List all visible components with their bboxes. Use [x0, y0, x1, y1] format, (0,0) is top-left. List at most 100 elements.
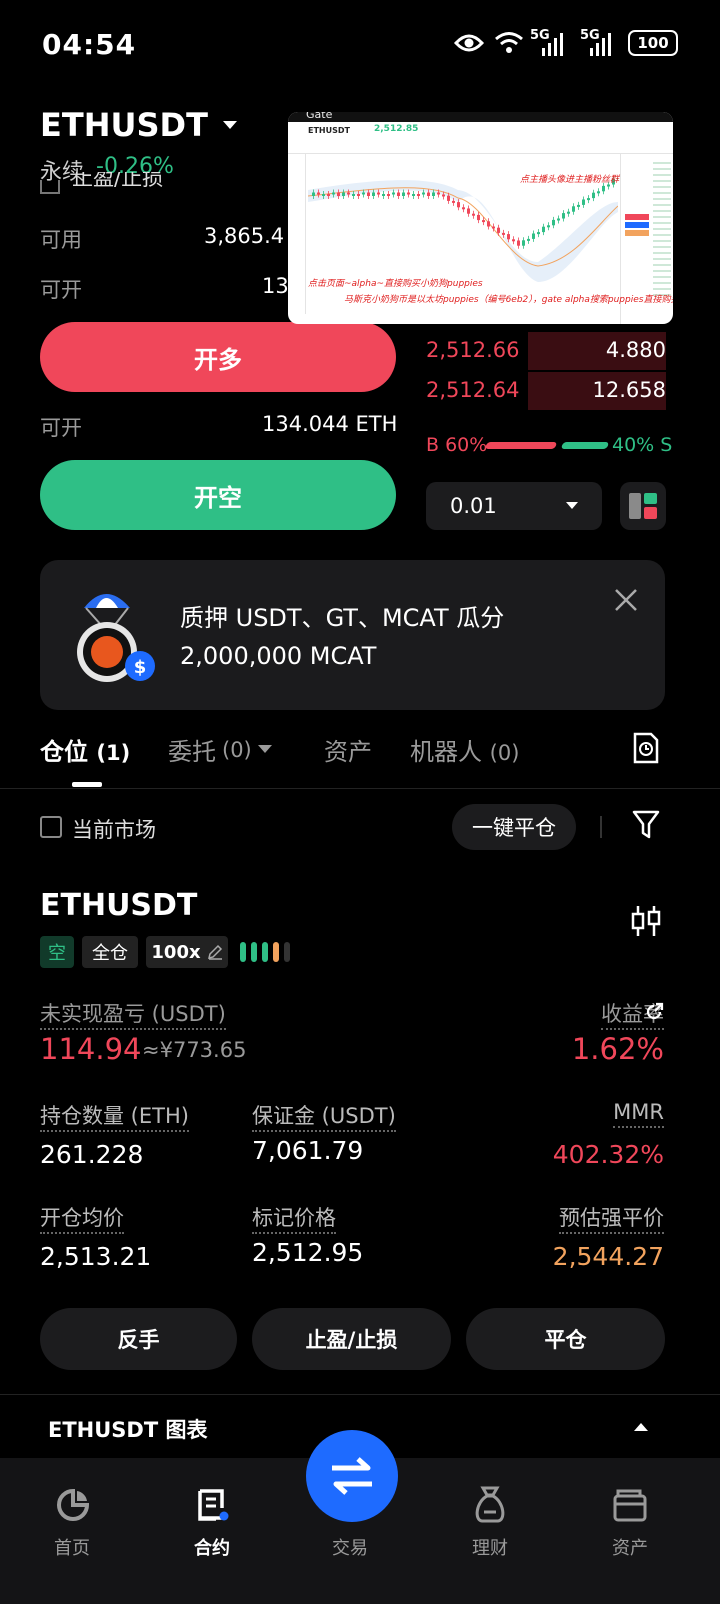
- tpsl-label: 止盈/止损: [72, 172, 164, 190]
- nav-earn[interactable]: 理财: [450, 1486, 532, 1566]
- tab-bots[interactable]: 机器人 (0): [410, 732, 519, 767]
- reverse-button[interactable]: 反手: [40, 1308, 237, 1370]
- mark-price-label: 标记价格: [252, 1202, 336, 1234]
- open-short-button[interactable]: 开空: [40, 460, 396, 530]
- tpsl-button-label: 止盈/止损: [305, 1328, 398, 1352]
- leverage-badge[interactable]: 100x: [146, 936, 228, 968]
- nav-trade[interactable]: 交易: [306, 1430, 398, 1566]
- orderbook-row[interactable]: 2,512.64 12.658: [426, 372, 666, 410]
- tpsl-button[interactable]: 止盈/止损: [252, 1308, 451, 1370]
- liq-price-label-text: 预估强平价: [559, 1206, 664, 1234]
- close-all-label: 一键平仓: [472, 816, 556, 840]
- candlestick-chart-icon[interactable]: [630, 904, 662, 938]
- nav-assets[interactable]: 资产: [590, 1486, 672, 1566]
- edit-icon: [207, 944, 222, 960]
- overlay-price: 2,512.85: [374, 124, 419, 134]
- nav-home[interactable]: 首页: [32, 1486, 114, 1566]
- status-bar: 04:54 5G 5G 100: [0, 0, 720, 90]
- open-long-button[interactable]: 开多: [40, 322, 396, 392]
- nav-futures-label: 合约: [194, 1538, 230, 1559]
- home-icon: [57, 1488, 90, 1521]
- nav-home-label: 首页: [54, 1538, 90, 1559]
- tabs-divider: [0, 788, 720, 789]
- ask-qty: 4.880: [605, 338, 666, 362]
- mmr-value: 402.32%: [552, 1140, 664, 1169]
- status-time: 04:54: [42, 28, 137, 61]
- openable-label-top: 可开: [40, 278, 82, 302]
- caret-down-icon: [566, 502, 578, 509]
- entry-price-value: 2,513.21: [40, 1242, 152, 1271]
- page-title: ETHUSDT: [40, 106, 208, 144]
- overlay-caption-2: 点击页面~alpha~直接购买小奶狗puppies: [308, 279, 483, 289]
- trade-button[interactable]: [306, 1430, 398, 1522]
- chart-bar-divider: [0, 1394, 720, 1395]
- swap-arrows-icon: [332, 1457, 372, 1495]
- nav-assets-label: 资产: [612, 1538, 648, 1559]
- tab-orders[interactable]: 委托 (0): [168, 732, 272, 767]
- liq-price-label: 预估强平价: [559, 1202, 664, 1234]
- margin-mode-badge: 全仓: [82, 936, 138, 968]
- mark-price-label-text: 标记价格: [252, 1206, 336, 1234]
- current-market-checkbox[interactable]: [40, 816, 62, 838]
- leverage-label: 100x: [151, 941, 201, 963]
- overlay-brand: Gate: [306, 112, 333, 121]
- eye-icon: [454, 32, 484, 54]
- close-position-label: 平仓: [544, 1328, 587, 1352]
- close-all-button[interactable]: 一键平仓: [452, 804, 576, 850]
- share-icon[interactable]: [644, 1002, 664, 1022]
- position-symbol[interactable]: ETHUSDT: [40, 888, 197, 923]
- live-stream-overlay[interactable]: Gate ETHUSDT 2,512.85 点主播头像进主播粉丝群 点击页面~a…: [288, 112, 673, 324]
- tab-active-indicator: [72, 782, 102, 787]
- orderbook-row[interactable]: 2,512.66 4.880: [426, 332, 666, 370]
- tab-positions[interactable]: 仓位 (1): [40, 732, 130, 767]
- tab-positions-count: (1): [96, 741, 131, 765]
- unrealized-pnl-cny: ≈¥773.65: [142, 1038, 247, 1062]
- entry-price-label: 开仓均价: [40, 1202, 124, 1234]
- money-bag-icon: [475, 1486, 505, 1523]
- openable-label: 可开: [40, 416, 82, 440]
- sell-ratio: 40% S: [612, 434, 673, 456]
- mark-price-value: 2,512.95: [252, 1238, 364, 1267]
- close-icon[interactable]: [614, 588, 638, 612]
- filter-icon[interactable]: [632, 810, 660, 840]
- layout-icon: [629, 493, 657, 519]
- available-label: 可用: [40, 228, 82, 252]
- tab-positions-label: 仓位: [40, 738, 88, 766]
- svg-text:$: $: [134, 657, 147, 678]
- margin-mode-label: 全仓: [92, 943, 128, 964]
- roe-value: 1.62%: [571, 1032, 664, 1066]
- risk-level-indicator: [240, 940, 290, 964]
- contract-icon: [198, 1489, 229, 1521]
- history-icon[interactable]: [632, 732, 660, 764]
- caret-up-icon: [634, 1423, 648, 1431]
- unrealized-pnl-label-text: 未实现盈亏 (USDT): [40, 1002, 226, 1030]
- overlay-left-tools: [288, 154, 306, 314]
- available-value: 3,865.4: [204, 224, 285, 248]
- tab-bots-label: 机器人: [410, 738, 482, 766]
- promo-banner[interactable]: $ 质押 USDT、GT、MCAT 瓜分 2,000,000 MCAT: [40, 560, 665, 710]
- orderbook-layout-button[interactable]: [620, 482, 666, 530]
- current-market-label: 当前市场: [72, 818, 156, 842]
- ratio-bar-sell: [560, 442, 610, 449]
- chart-toggle-label: ETHUSDT 图表: [48, 1418, 208, 1442]
- side-badge-label: 空: [48, 943, 66, 964]
- overlay-caption-1: 点主播头像进主播粉丝群: [520, 175, 620, 185]
- nav-futures[interactable]: 合约: [172, 1486, 254, 1566]
- wallet-icon: [613, 1489, 647, 1522]
- entry-price-label-text: 开仓均价: [40, 1206, 124, 1234]
- signal-bars-icon: [536, 32, 566, 56]
- depth-precision-select[interactable]: 0.01: [426, 482, 602, 530]
- qty-label: 持仓数量 (ETH): [40, 1100, 189, 1132]
- margin-label-text: 保证金 (USDT): [252, 1104, 396, 1132]
- tab-assets[interactable]: 资产: [324, 732, 372, 767]
- side-badge: 空: [40, 936, 74, 968]
- overlay-symbol: ETHUSDT: [308, 126, 350, 135]
- margin-label: 保证金 (USDT): [252, 1100, 396, 1132]
- openable-value-top: 13: [262, 274, 289, 298]
- tab-bots-count: (0): [489, 741, 520, 765]
- nav-trade-label: 交易: [332, 1538, 368, 1559]
- close-position-button[interactable]: 平仓: [466, 1308, 665, 1370]
- tab-orders-label: 委托: [168, 738, 216, 766]
- tpsl-checkbox[interactable]: [40, 180, 60, 194]
- symbol-selector[interactable]: ETHUSDT: [40, 106, 238, 144]
